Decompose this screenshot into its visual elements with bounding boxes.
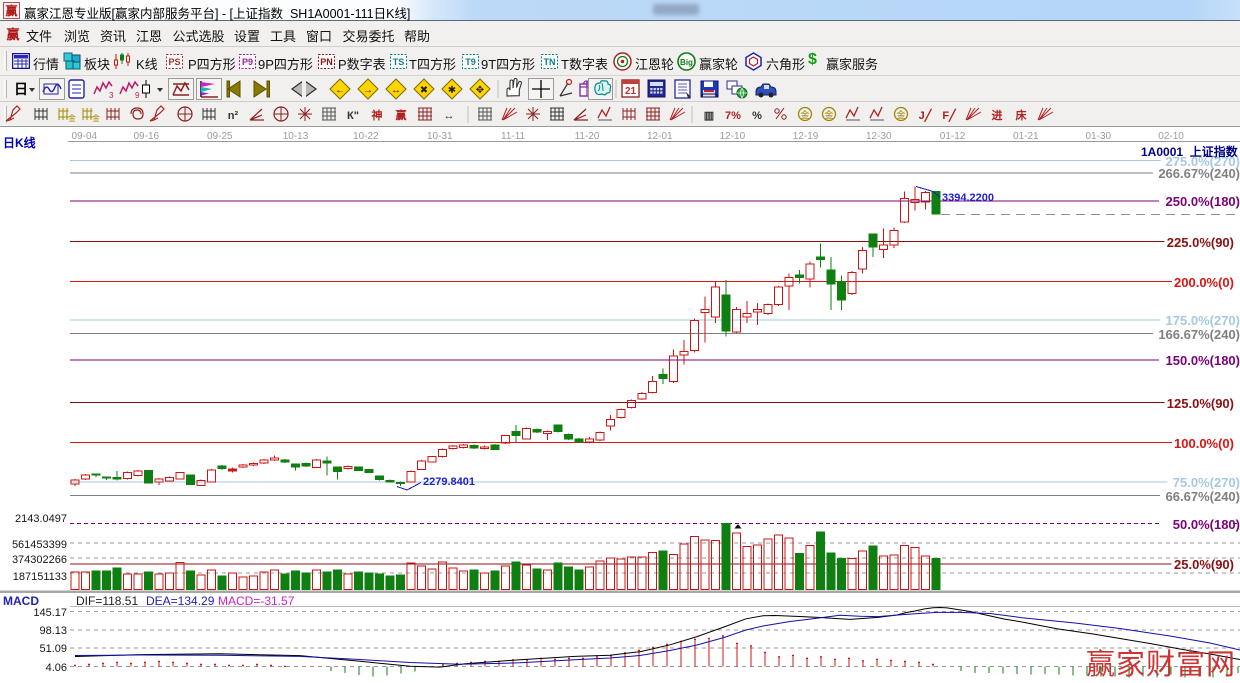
svg-text:床: 床: [1016, 108, 1028, 122]
svg-text:9: 9: [135, 91, 140, 100]
svg-text:n²: n²: [228, 110, 239, 122]
svg-text:日: 日: [14, 81, 28, 97]
svg-text:↔: ↔: [391, 85, 401, 96]
svg-text:P9: P9: [242, 57, 253, 67]
svg-text:金: 金: [68, 113, 76, 123]
svg-text:进: 进: [992, 108, 1003, 122]
svg-text:神: 神: [372, 108, 383, 122]
svg-text:✱: ✱: [448, 85, 456, 96]
svg-text:F╱: F╱: [942, 108, 957, 122]
svg-text:✥: ✥: [476, 85, 484, 96]
svg-text:7%: 7%: [725, 110, 741, 122]
svg-text:赢: 赢: [6, 27, 19, 42]
svg-text:金: 金: [824, 109, 833, 120]
svg-text:▥: ▥: [704, 110, 714, 122]
svg-text:К": К": [347, 110, 359, 122]
svg-text:金: 金: [92, 113, 100, 123]
svg-text:金: 金: [896, 109, 905, 120]
svg-text:3: 3: [109, 91, 114, 100]
svg-text:PS: PS: [168, 57, 180, 67]
svg-text:赢: 赢: [5, 3, 17, 18]
svg-text:Big: Big: [680, 58, 693, 67]
svg-text:←: ←: [335, 85, 345, 96]
svg-text:金: 金: [800, 109, 809, 120]
svg-text:%: %: [752, 110, 762, 122]
svg-text:21: 21: [625, 86, 637, 97]
svg-text:→: →: [363, 85, 373, 96]
svg-text:TS: TS: [393, 57, 405, 67]
svg-text:PN: PN: [320, 57, 333, 67]
svg-text:✖: ✖: [420, 85, 428, 96]
svg-text:赢: 赢: [396, 108, 407, 122]
svg-text:J╱: J╱: [919, 108, 933, 122]
svg-text:↔: ↔: [444, 110, 455, 122]
svg-text:TN: TN: [544, 57, 556, 67]
svg-text:T9: T9: [465, 57, 476, 67]
